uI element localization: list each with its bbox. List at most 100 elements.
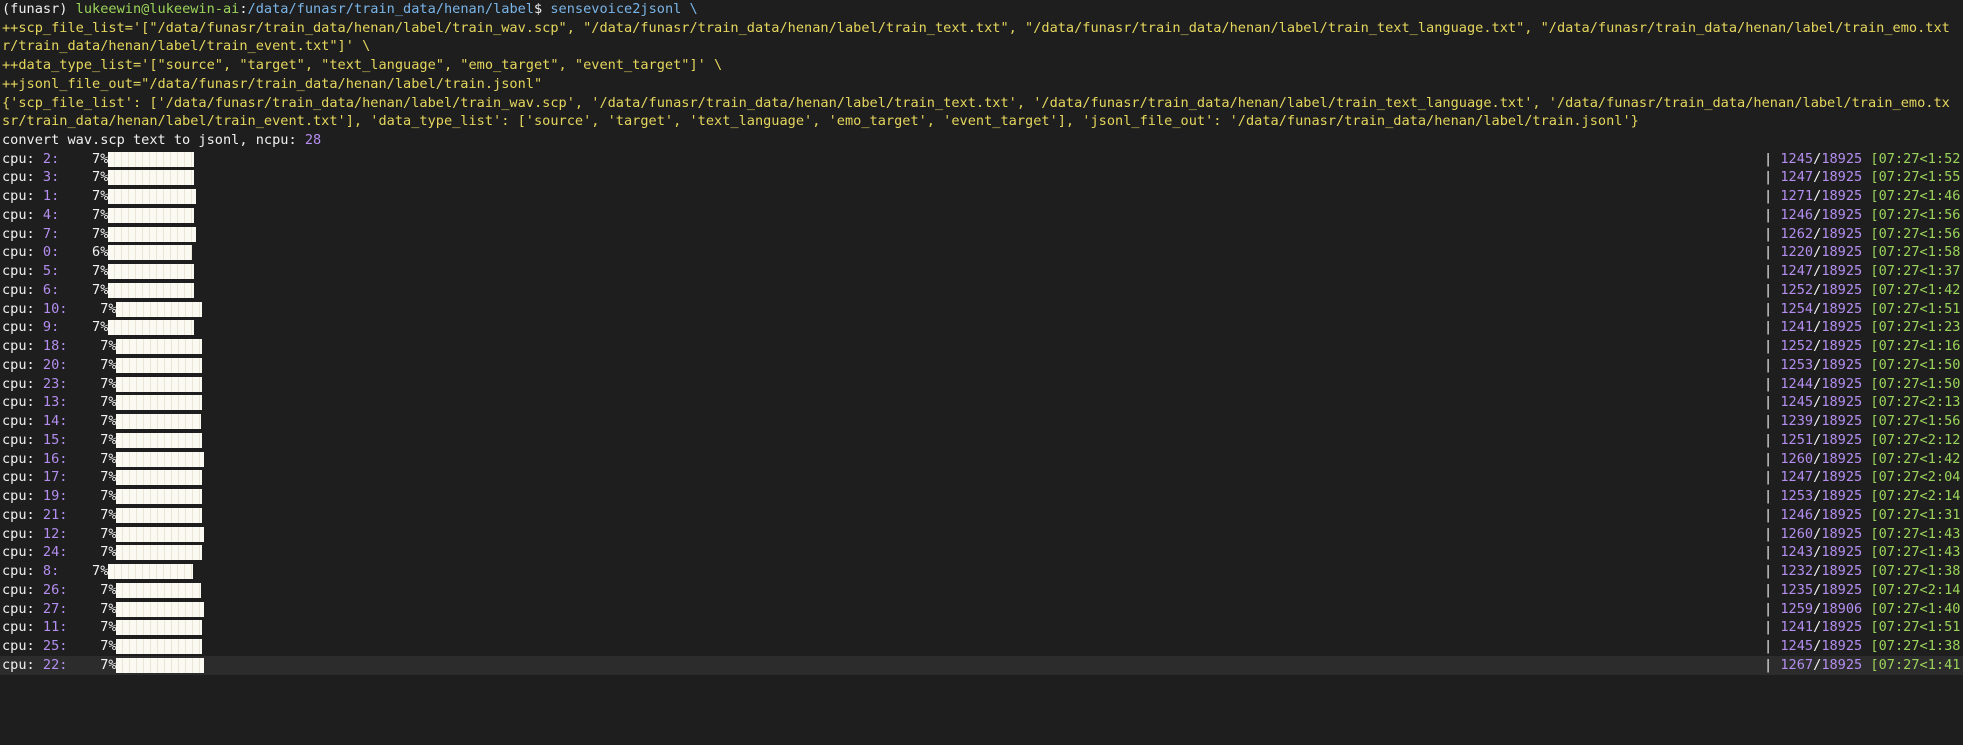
cpu-label: cpu: 0: 6%| xyxy=(2,244,117,261)
cpu-id: 18: xyxy=(42,338,68,355)
total-count: 18925 xyxy=(1821,544,1863,561)
progress-row: cpu: 10: 7%| | 1254/18925 [07:27<1:51 xyxy=(0,300,1963,319)
progress-row: cpu: 15: 7%| | 1251/18925 [07:27<2:12 xyxy=(0,431,1963,450)
progress-stats: | 1253/18925 [07:27<2:14 xyxy=(1764,488,1961,505)
progress-bar-fill xyxy=(116,582,201,598)
cpu-label: cpu: 25: 7%| xyxy=(2,638,125,655)
done-count: 1246 xyxy=(1780,206,1814,223)
cpu-label: cpu: 20: 7%| xyxy=(2,356,125,373)
progress-row: cpu: 25: 7%| | 1245/18925 [07:27<1:38 xyxy=(0,637,1963,656)
done-count: 1253 xyxy=(1780,488,1814,505)
done-count: 1271 xyxy=(1780,188,1814,205)
progress-bar-fill xyxy=(116,339,202,355)
done-count: 1246 xyxy=(1780,506,1814,523)
progress-bar-fill xyxy=(108,207,194,223)
total-count: 18925 xyxy=(1821,263,1863,280)
cpu-label: cpu: 21: 7%| xyxy=(2,506,125,523)
progress-stats: | 1260/18925 [07:27<1:42 xyxy=(1764,450,1961,467)
elapsed-remaining: [07:27<1:56 xyxy=(1862,413,1961,430)
progress-bar-fill xyxy=(108,170,194,186)
elapsed-remaining: [07:27<2:04 xyxy=(1862,469,1961,486)
cpu-id: 4: xyxy=(42,206,60,223)
done-count: 1239 xyxy=(1780,413,1814,430)
cpu-id: 7: xyxy=(42,225,60,242)
progress-bar-fill xyxy=(108,151,194,167)
elapsed-remaining: [07:27<1:51 xyxy=(1862,619,1961,636)
cpu-id: 12: xyxy=(42,525,68,542)
progress-bar-fill xyxy=(108,264,194,280)
progress-row: cpu: 26: 7%| | 1235/18925 [07:27<2:14 xyxy=(0,581,1963,600)
progress-stats: | 1262/18925 [07:27<1:56 xyxy=(1764,225,1961,242)
total-count: 18925 xyxy=(1821,150,1863,167)
elapsed-remaining: [07:27<1:56 xyxy=(1862,225,1961,242)
total-count: 18925 xyxy=(1821,450,1863,467)
progress-row: cpu: 1: 7%| | 1271/18925 [07:27<1:46 xyxy=(0,187,1963,206)
progress-stats: | 1241/18925 [07:27<1:51 xyxy=(1764,619,1961,636)
progress-stats: | 1254/18925 [07:27<1:51 xyxy=(1764,300,1961,317)
progress-bar-fill xyxy=(116,432,202,448)
elapsed-remaining: [07:27<1:40 xyxy=(1862,600,1961,617)
progress-bar-fill xyxy=(108,564,193,580)
done-count: 1220 xyxy=(1780,244,1814,261)
done-count: 1254 xyxy=(1780,300,1814,317)
progress-row: cpu: 3: 7%| | 1247/18925 [07:27<1:55 xyxy=(0,168,1963,187)
done-count: 1251 xyxy=(1780,431,1814,448)
cpu-id: 15: xyxy=(42,431,68,448)
progress-bar-fill xyxy=(116,470,202,486)
progress-stats: | 1246/18925 [07:27<1:31 xyxy=(1764,506,1961,523)
done-count: 1267 xyxy=(1780,656,1814,673)
progress-stats: | 1244/18925 [07:27<1:50 xyxy=(1764,375,1961,392)
total-count: 18925 xyxy=(1821,375,1863,392)
total-count: 18925 xyxy=(1821,300,1863,317)
total-count: 18925 xyxy=(1821,394,1863,411)
done-count: 1260 xyxy=(1780,450,1814,467)
progress-bar-fill xyxy=(116,301,202,317)
progress-bar-fill xyxy=(116,639,202,655)
progress-bar-fill xyxy=(116,489,202,505)
progress-bar-fill xyxy=(108,189,196,205)
done-count: 1253 xyxy=(1780,356,1814,373)
progress-row: cpu: 17: 7%| | 1247/18925 [07:27<2:04 xyxy=(0,468,1963,487)
progress-bar-fill xyxy=(108,320,194,336)
cpu-label: cpu: 13: 7%| xyxy=(2,394,125,411)
cpu-label: cpu: 24: 7%| xyxy=(2,544,125,561)
progress-bar-fill xyxy=(116,357,202,373)
cpu-id: 9: xyxy=(42,319,60,336)
total-count: 18925 xyxy=(1821,638,1863,655)
progress-row: cpu: 22: 7%| | 1267/18925 [07:27<1:41 xyxy=(0,655,1963,675)
progress-row: cpu: 23: 7%| | 1244/18925 [07:27<1:50 xyxy=(0,375,1963,394)
cpu-id: 25: xyxy=(42,638,68,655)
total-count: 18925 xyxy=(1821,169,1863,186)
done-count: 1245 xyxy=(1780,638,1814,655)
progress-bar-fill xyxy=(116,601,204,617)
progress-row: cpu: 16: 7%| | 1260/18925 [07:27<1:42 xyxy=(0,450,1963,469)
elapsed-remaining: [07:27<1:37 xyxy=(1862,263,1961,280)
total-count: 18925 xyxy=(1821,525,1863,542)
elapsed-remaining: [07:27<1:55 xyxy=(1862,169,1961,186)
progress-stats: | 1239/18925 [07:27<1:56 xyxy=(1764,413,1961,430)
progress-stats: | 1246/18925 [07:27<1:56 xyxy=(1764,206,1961,223)
total-count: 18925 xyxy=(1821,413,1863,430)
cpu-id: 22: xyxy=(42,656,68,673)
cpu-id: 6: xyxy=(42,281,60,298)
progress-stats: | 1247/18925 [07:27<2:04 xyxy=(1764,469,1961,486)
done-count: 1247 xyxy=(1780,469,1814,486)
progress-stats: | 1241/18925 [07:27<1:23 xyxy=(1764,319,1961,336)
cpu-id: 13: xyxy=(42,394,68,411)
elapsed-remaining: [07:27<1:43 xyxy=(1862,525,1961,542)
progress-stats: | 1259/18906 [07:27<1:40 xyxy=(1764,600,1961,617)
cpu-label: cpu: 27: 7%| xyxy=(2,600,125,617)
cpu-label: cpu: 9: 7%| xyxy=(2,319,117,336)
progress-row: cpu: 21: 7%| | 1246/18925 [07:27<1:31 xyxy=(0,506,1963,525)
elapsed-remaining: [07:27<1:38 xyxy=(1862,638,1961,655)
total-count: 18925 xyxy=(1821,431,1863,448)
cpu-label: cpu: 11: 7%| xyxy=(2,619,125,636)
cpu-id: 8: xyxy=(42,563,60,580)
total-count: 18925 xyxy=(1821,506,1863,523)
total-count: 18925 xyxy=(1821,581,1863,598)
elapsed-remaining: [07:27<1:50 xyxy=(1862,356,1961,373)
terminal-window[interactable]: (funasr) lukeewin@lukeewin-ai:/data/funa… xyxy=(0,0,1963,745)
cpu-label: cpu: 1: 7%| xyxy=(2,188,117,205)
progress-stats: | 1247/18925 [07:27<1:37 xyxy=(1764,263,1961,280)
elapsed-remaining: [07:27<1:43 xyxy=(1862,544,1961,561)
